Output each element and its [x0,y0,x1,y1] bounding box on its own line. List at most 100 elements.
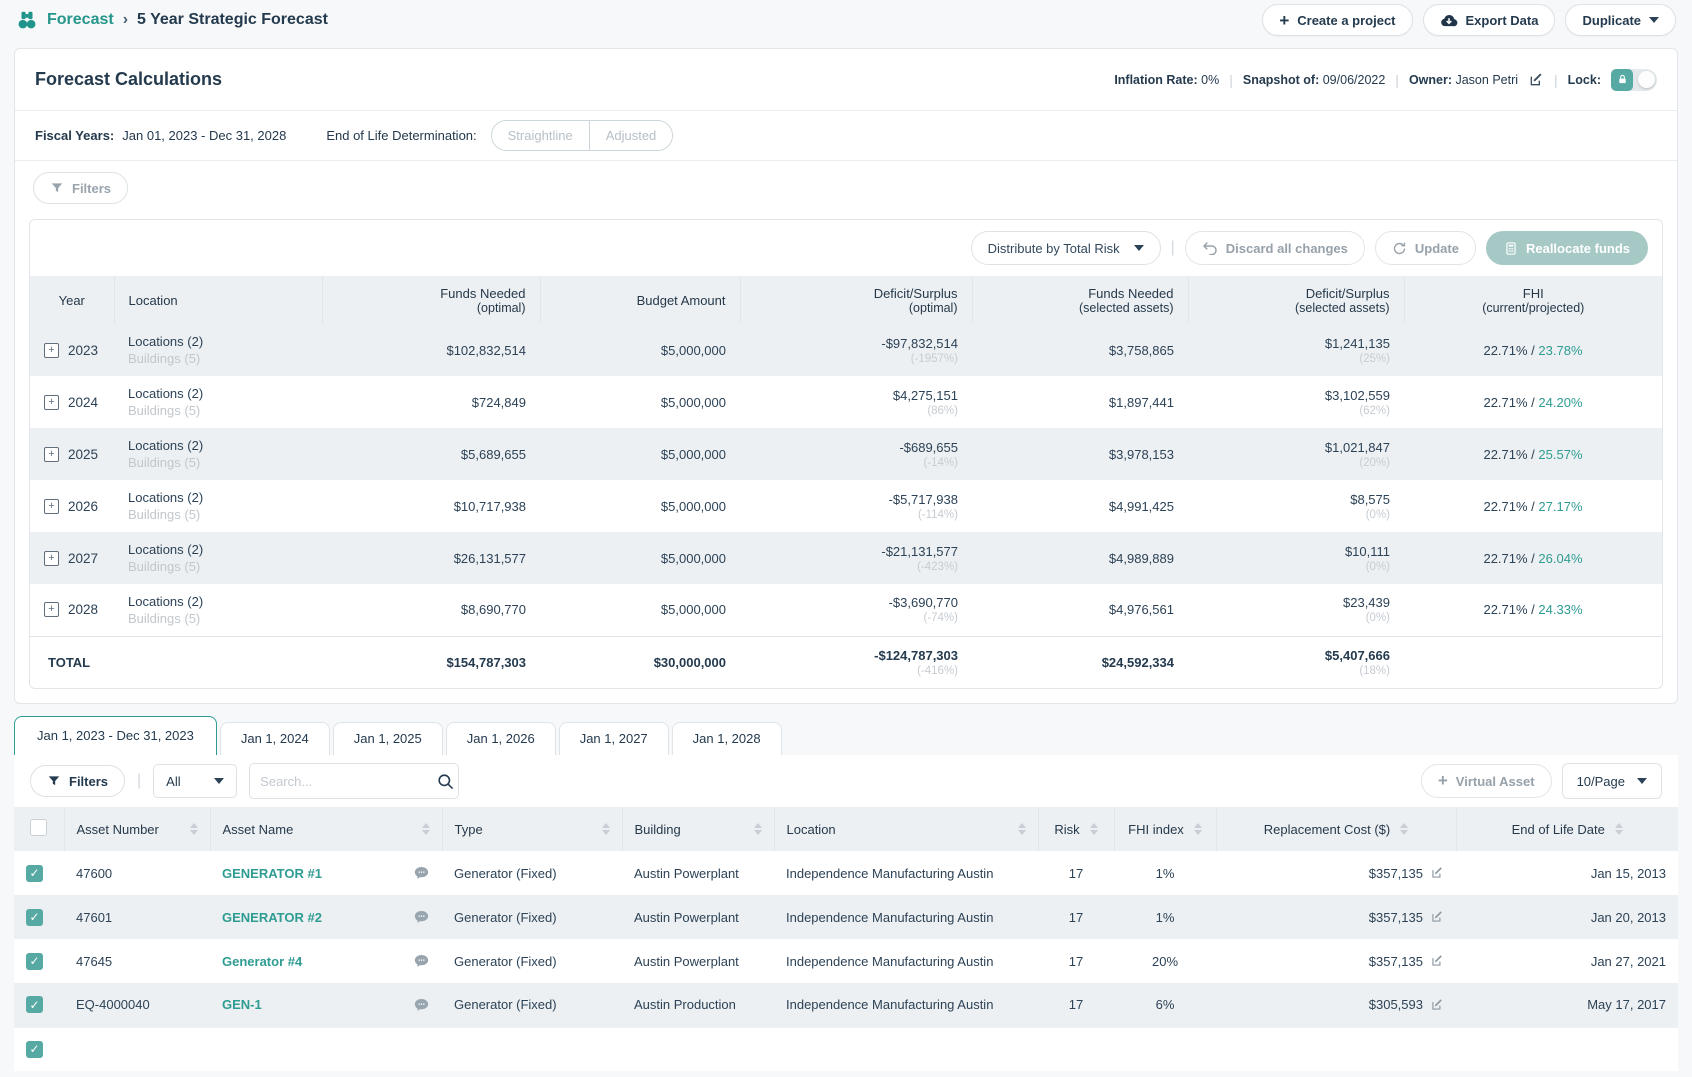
asset-name-link[interactable]: GEN-1 [222,997,262,1012]
col-replacement-cost[interactable]: Replacement Cost ($) [1216,807,1456,851]
col-end-of-life[interactable]: End of Life Date [1456,807,1678,851]
col-risk[interactable]: Risk [1038,807,1114,851]
tab-2027[interactable]: Jan 1, 2027 [559,722,669,755]
expand-row-icon[interactable]: + [44,447,59,462]
tab-2025[interactable]: Jan 1, 2025 [333,722,443,755]
asset-header-row: Asset Number Asset Name Type Building Lo… [14,807,1678,851]
refresh-icon [1392,241,1407,256]
col-fhi-index[interactable]: FHI index [1114,807,1216,851]
forecast-row-2027: +2027 Locations (2)Buildings (5) $26,131… [30,532,1662,584]
row-checkbox[interactable]: ✓ [26,1041,43,1058]
asset-name-link[interactable]: GENERATOR #2 [222,910,322,925]
chevron-down-icon [1134,245,1144,251]
expand-row-icon[interactable]: + [44,343,59,358]
col-type[interactable]: Type [442,807,622,851]
col-funds-optimal: Funds Needed(optimal) [322,276,540,324]
row-checkbox[interactable]: ✓ [26,953,43,970]
divider: | [1229,72,1233,88]
forecast-row-2028: +2028 Locations (2)Buildings (5) $8,690,… [30,584,1662,636]
asset-section: Filters | All + Virtual Asset 10/Page [14,755,1678,1071]
tab-2023-range[interactable]: Jan 1, 2023 - Dec 31, 2023 [14,716,217,755]
edit-cost-icon[interactable] [1430,910,1444,924]
expand-row-icon[interactable]: + [44,395,59,410]
tab-2024[interactable]: Jan 1, 2024 [220,722,330,755]
calculator-icon [1504,241,1518,256]
sort-icon[interactable] [190,823,198,835]
owner-edit-icon[interactable] [1528,72,1544,88]
owner-label: Owner: [1409,73,1452,87]
divider: | [1395,72,1399,88]
page-size-dropdown[interactable]: 10/Page [1562,763,1662,799]
create-project-button[interactable]: + Create a project [1262,4,1412,36]
duplicate-button[interactable]: Duplicate [1565,4,1676,36]
forecast-table: Year Location Funds Needed(optimal) Budg… [30,276,1662,688]
lock-label: Lock: [1568,73,1601,87]
sort-icon[interactable] [1018,823,1026,835]
row-checkbox[interactable]: ✓ [26,865,43,882]
forecast-header-row: Year Location Funds Needed(optimal) Budg… [30,276,1662,324]
comment-icon[interactable] [413,909,430,925]
sort-icon[interactable] [754,823,762,835]
search-icon[interactable] [436,772,455,791]
edit-cost-icon[interactable] [1430,998,1444,1012]
forecast-meta: Inflation Rate: 0% | Snapshot of: 09/06/… [1114,69,1657,91]
owner-name: Jason Petri [1455,73,1518,87]
eol-option-straightline[interactable]: Straightline [492,121,590,150]
distribute-dropdown[interactable]: Distribute by Total Risk [971,231,1161,265]
discard-changes-button[interactable]: Discard all changes [1185,231,1365,265]
col-building[interactable]: Building [622,807,774,851]
comment-icon[interactable] [413,865,430,881]
col-deficit-optimal: Deficit/Surplus(optimal) [740,276,972,324]
eol-option-adjusted[interactable]: Adjusted [590,121,673,150]
asset-name-link[interactable]: GENERATOR #1 [222,866,322,881]
search-input[interactable] [260,774,436,789]
asset-filters-button[interactable]: Filters [30,765,125,797]
col-asset-number[interactable]: Asset Number [64,807,210,851]
divider: | [1171,239,1175,257]
row-checkbox[interactable]: ✓ [26,909,43,926]
reallocate-funds-button[interactable]: Reallocate funds [1486,231,1648,265]
edit-cost-icon[interactable] [1430,954,1444,968]
expand-row-icon[interactable]: + [44,499,59,514]
filters-button[interactable]: Filters [33,172,128,204]
asset-type-dropdown[interactable]: All [153,764,237,798]
virtual-asset-button[interactable]: + Virtual Asset [1421,764,1552,798]
section-title: Forecast Calculations [35,69,222,90]
total-label: TOTAL [30,636,322,688]
export-data-button[interactable]: Export Data [1423,4,1556,36]
undo-icon [1202,241,1218,255]
forecast-card: Forecast Calculations Inflation Rate: 0%… [14,48,1678,704]
asset-row-47601: ✓ 47601 GENERATOR #2 Generator (Fixed) A… [14,895,1678,939]
tab-2026[interactable]: Jan 1, 2026 [446,722,556,755]
chevron-down-icon [214,778,224,784]
asset-row-47600: ✓ 47600 GENERATOR #1 Generator (Fixed) A… [14,851,1678,895]
sort-icon[interactable] [422,823,430,835]
plus-icon: + [1438,771,1448,791]
binoculars-icon [16,9,38,31]
forecast-total-row: TOTAL $154,787,303 $30,000,000 -$124,787… [30,636,1662,688]
asset-name-link[interactable]: Generator #4 [222,954,302,969]
forecast-table-container: Distribute by Total Risk | Discard all c… [29,219,1663,689]
col-asset-name[interactable]: Asset Name [210,807,442,851]
top-bar: Forecast › 5 Year Strategic Forecast + C… [0,0,1692,40]
row-checkbox[interactable]: ✓ [26,996,43,1013]
sort-icon[interactable] [602,823,610,835]
expand-row-icon[interactable]: + [44,551,59,566]
sort-icon[interactable] [1615,823,1623,835]
sort-icon[interactable] [1400,823,1408,835]
expand-row-icon[interactable]: + [44,602,59,617]
edit-cost-icon[interactable] [1430,866,1444,880]
col-location[interactable]: Location [774,807,1038,851]
update-button[interactable]: Update [1375,231,1476,265]
asset-row-eq4000040: ✓ EQ-4000040 GEN-1 Generator (Fixed) Aus… [14,983,1678,1027]
select-all-checkbox[interactable] [30,819,47,836]
tab-2028[interactable]: Jan 1, 2028 [672,722,782,755]
lock-toggle[interactable] [1611,69,1657,91]
sort-icon[interactable] [1194,823,1202,835]
page-title: 5 Year Strategic Forecast [137,11,328,29]
breadcrumb-root-link[interactable]: Forecast [47,11,114,29]
comment-icon[interactable] [413,997,430,1013]
chevron-down-icon [1649,17,1659,23]
comment-icon[interactable] [413,953,430,969]
sort-icon[interactable] [1090,823,1098,835]
